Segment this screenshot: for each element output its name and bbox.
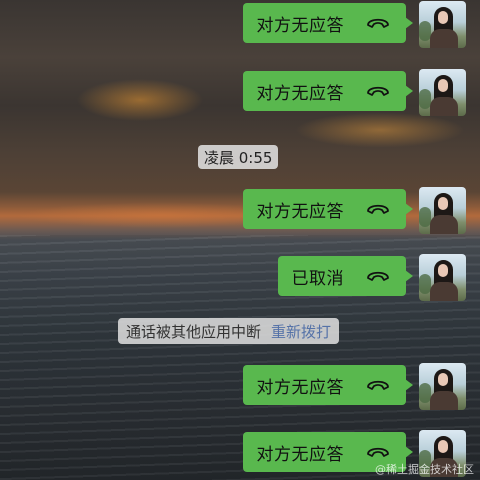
- hangup-phone-icon: [366, 16, 390, 30]
- call-status-text: 已取消: [291, 268, 344, 289]
- call-message-bubble[interactable]: 对方无应答: [242, 365, 413, 405]
- call-status-text: 对方无应答: [256, 15, 344, 36]
- call-status-text: 对方无应答: [256, 444, 344, 465]
- message-row: 对方无应答: [242, 69, 466, 117]
- watermark: @稀土掘金技术社区: [375, 463, 474, 476]
- hangup-phone-icon: [366, 378, 390, 392]
- call-message-bubble[interactable]: 已取消: [277, 256, 413, 296]
- hangup-phone-icon: [366, 445, 390, 459]
- call-status-text: 对方无应答: [256, 201, 344, 222]
- user-avatar[interactable]: [419, 187, 466, 234]
- system-notice: 通话被其他应用中断 重新拨打: [118, 318, 340, 344]
- message-row: 对方无应答: [242, 1, 466, 49]
- user-avatar[interactable]: [419, 363, 466, 410]
- hangup-phone-icon: [366, 84, 390, 98]
- redial-link[interactable]: 重新拨打: [271, 321, 331, 342]
- user-avatar[interactable]: [419, 1, 466, 48]
- hangup-phone-icon: [366, 202, 390, 216]
- hangup-phone-icon: [366, 269, 390, 283]
- call-status-text: 对方无应答: [256, 377, 344, 398]
- timestamp-badge: 凌晨 0:55: [198, 145, 279, 169]
- message-row: 已取消: [277, 254, 466, 302]
- call-status-text: 对方无应答: [256, 83, 344, 104]
- user-avatar[interactable]: [419, 69, 466, 116]
- call-message-bubble[interactable]: 对方无应答: [242, 71, 413, 111]
- call-message-bubble[interactable]: 对方无应答: [242, 189, 413, 229]
- call-message-bubble[interactable]: 对方无应答: [242, 3, 413, 43]
- message-row: 对方无应答: [242, 187, 466, 235]
- user-avatar[interactable]: [419, 254, 466, 301]
- message-row: 对方无应答: [242, 363, 466, 411]
- system-notice-text: 通话被其他应用中断: [126, 322, 262, 341]
